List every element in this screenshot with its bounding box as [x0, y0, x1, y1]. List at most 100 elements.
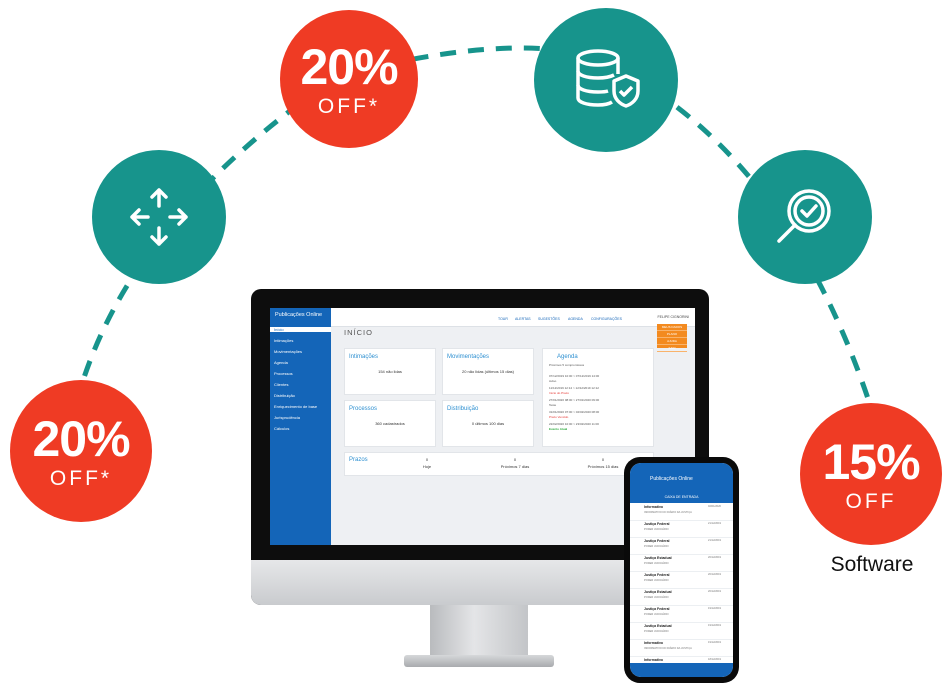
list-item-title: Justiça Federal: [644, 522, 670, 526]
sidebar-item-jurisprudencia[interactable]: Jurisprudência: [274, 415, 330, 420]
top-bar: TOUR ALERTAS SUGESTÕES AGENDA CONFIGURAÇ…: [331, 308, 695, 327]
sidebar: Publicações Online Início Intimações Mov…: [270, 308, 331, 545]
list-item-date: 21/12/2019: [708, 522, 721, 525]
arrows-badge: [92, 150, 226, 284]
list-item-title: Informativo: [644, 658, 664, 662]
agenda-subtitle: Próximos 5 compromissos: [549, 363, 585, 367]
list-item-subtitle: PODER JUDICIÁRIO: [644, 545, 669, 548]
prazo-label: Próximos 7 dias: [500, 464, 530, 469]
card-title: Intimações: [349, 354, 379, 360]
list-item-date: 20/12/2019: [708, 556, 721, 559]
arrows-move-icon: [130, 188, 188, 246]
list-item-date: 18/12/2019: [708, 658, 721, 661]
database-badge: [534, 8, 678, 152]
list-item[interactable]: Justiça Estadual PODER JUDICIÁRIO 20/12/20…: [630, 554, 733, 572]
user-menu[interactable]: FELIPE CIGNORINI: [657, 315, 689, 319]
sidebar-item-movimentacoes[interactable]: Movimentações: [274, 349, 330, 354]
list-item[interactable]: Justiça Estadual PODER JUDICIÁRIO 20/12/20…: [630, 588, 733, 606]
card-title: Distribuição: [447, 406, 479, 412]
card-value: 154 não lidas: [378, 369, 402, 374]
top-menu-sugestoes[interactable]: SUGESTÕES: [538, 317, 560, 321]
sidebar-item-inicio[interactable]: Início: [270, 327, 331, 332]
mobile-app-screen: Publicações Online CAIXA DE ENTRADA Info…: [630, 463, 733, 677]
user-dropdown: MEUS DADOS PLANO AJUDA SAIR: [657, 324, 687, 352]
discount-off-label: OFF*: [49, 466, 113, 490]
list-item-date: 20/12/2019: [708, 590, 721, 593]
list-item[interactable]: Justiça Federal PODER JUDICIÁRIO 21/12/201…: [630, 537, 733, 555]
prazos-title: Prazos: [349, 457, 368, 463]
list-item-date: 02/01/2020: [708, 505, 721, 508]
agenda-item-tag: Início do Prazo: [549, 391, 570, 395]
card-processos[interactable]: Processos 360 cadastrados: [344, 400, 436, 447]
menu-ajuda[interactable]: AJUDA: [657, 338, 687, 345]
list-item[interactable]: Informativo INFORMATIVO DO DIÁRIO DA JUST…: [630, 639, 733, 657]
mobile-header: Publicações Online CAIXA DE ENTRADA: [630, 463, 733, 503]
card-intimacoes[interactable]: Intimações 154 não lidas: [344, 348, 436, 395]
top-menu-tour[interactable]: TOUR: [498, 317, 508, 321]
sidebar-item-processos[interactable]: Processos: [274, 371, 330, 376]
card-title: Processos: [349, 406, 378, 412]
list-item-subtitle: PODER JUDICIÁRIO: [644, 562, 669, 565]
page-title: INÍCIO: [344, 328, 373, 337]
list-item-subtitle: INFORMATIVO DO DIÁRIO DA JUSTIÇA: [644, 647, 692, 650]
list-item-subtitle: PODER JUDICIÁRIO: [644, 579, 669, 582]
monitor-foot: [404, 655, 554, 667]
list-item[interactable]: Justiça Federal PODER JUDICIÁRIO 19/12/201…: [630, 605, 733, 623]
card-agenda[interactable]: Agenda Próximos 5 compromissos 07/12/201…: [542, 348, 654, 447]
card-movimentacoes[interactable]: Movimentações 20 não lidas (últimos 15 d…: [442, 348, 534, 395]
list-item[interactable]: Justiça Estadual PODER JUDICIÁRIO 19/12/20…: [630, 622, 733, 640]
sidebar-item-distribuicao[interactable]: Distribuição: [274, 393, 330, 398]
sidebar-item-clientes[interactable]: Clientes: [274, 382, 330, 387]
app-logo: Publicações Online: [275, 312, 323, 318]
list-item-date: 19/12/2019: [708, 607, 721, 610]
prazo-value: 0: [425, 457, 429, 462]
discount-off-label: OFF: [845, 489, 897, 513]
mobile-bottom-nav[interactable]: [630, 663, 733, 677]
menu-plano[interactable]: PLANO: [657, 331, 687, 338]
list-item-subtitle: INFORMATIVO DO DIÁRIO DA JUSTIÇA: [644, 511, 692, 514]
list-item-title: Informativo: [644, 505, 664, 509]
list-item-title: Justiça Estadual: [644, 556, 672, 560]
discount-badge-software: 15% OFF: [800, 403, 942, 545]
list-item-title: Justiça Federal: [644, 539, 670, 543]
top-menu-alertas[interactable]: ALERTAS: [515, 317, 531, 321]
sidebar-item-intimacoes[interactable]: Intimações: [274, 338, 330, 343]
magnifier-check-icon: [777, 189, 831, 243]
card-title: Movimentações: [447, 354, 490, 360]
prazo-value: 0: [513, 457, 517, 462]
mobile-logo: Publicações Online: [650, 476, 693, 482]
discount-percent: 15%: [822, 433, 920, 490]
list-item-date: 21/12/2019: [708, 539, 721, 542]
list-item[interactable]: Justiça Federal PODER JUDICIÁRIO 21/12/201…: [630, 520, 733, 538]
sidebar-item-agenda[interactable]: Agenda: [274, 360, 330, 365]
menu-sair[interactable]: SAIR: [657, 345, 687, 352]
sidebar-item-enriquecimento[interactable]: Enriquecimento de base: [274, 404, 330, 409]
list-item[interactable]: Justiça Federal PODER JUDICIÁRIO 20/12/201…: [630, 571, 733, 589]
list-item-title: Justiça Federal: [644, 573, 670, 577]
database-shield-icon: [576, 49, 640, 108]
agenda-item-date: 07/12/2019 10:00 > 07/12/2019 14:00: [549, 374, 600, 378]
monitor-stand: [430, 605, 528, 660]
prazo-label: Hoje: [422, 464, 432, 469]
top-menu-configuracoes[interactable]: CONFIGURAÇÕES: [591, 317, 622, 321]
list-item-title: Justiça Federal: [644, 607, 670, 611]
magnifier-badge: [738, 150, 872, 284]
list-item-subtitle: PODER JUDICIÁRIO: [644, 528, 669, 531]
list-item-date: 19/12/2019: [708, 624, 721, 627]
agenda-item-tag: Prazo Vencido: [549, 415, 569, 419]
card-prazos[interactable]: Prazos 0 Hoje 0 Próximos 7 dias 0 Próxim…: [344, 452, 654, 476]
discount-off-label: OFF*: [317, 94, 381, 118]
software-caption: Software: [830, 553, 914, 576]
agenda-item-tag: Teste: [549, 403, 557, 407]
top-menu-agenda[interactable]: AGENDA: [568, 317, 583, 321]
card-value: 0 últimos 100 dias: [471, 421, 505, 426]
list-item[interactable]: Informativo INFORMATIVO DO DIÁRIO DA JUST…: [630, 503, 733, 521]
agenda-item-tag: Aviso: [549, 379, 557, 383]
menu-meus-dados[interactable]: MEUS DADOS: [657, 324, 687, 331]
agenda-item-date: 22/02/2020 10:00 > 23/02/2020 11:00: [549, 422, 599, 426]
list-item-subtitle: PODER JUDICIÁRIO: [644, 596, 669, 599]
sidebar-item-calculos[interactable]: Cálculos: [274, 426, 330, 431]
list-item-title: Justiça Estadual: [644, 624, 672, 628]
card-distribuicao[interactable]: Distribuição 0 últimos 100 dias: [442, 400, 534, 447]
agenda-item-date: 31/01/2020 07:00 > 02/02/2020 08:00: [549, 410, 600, 414]
